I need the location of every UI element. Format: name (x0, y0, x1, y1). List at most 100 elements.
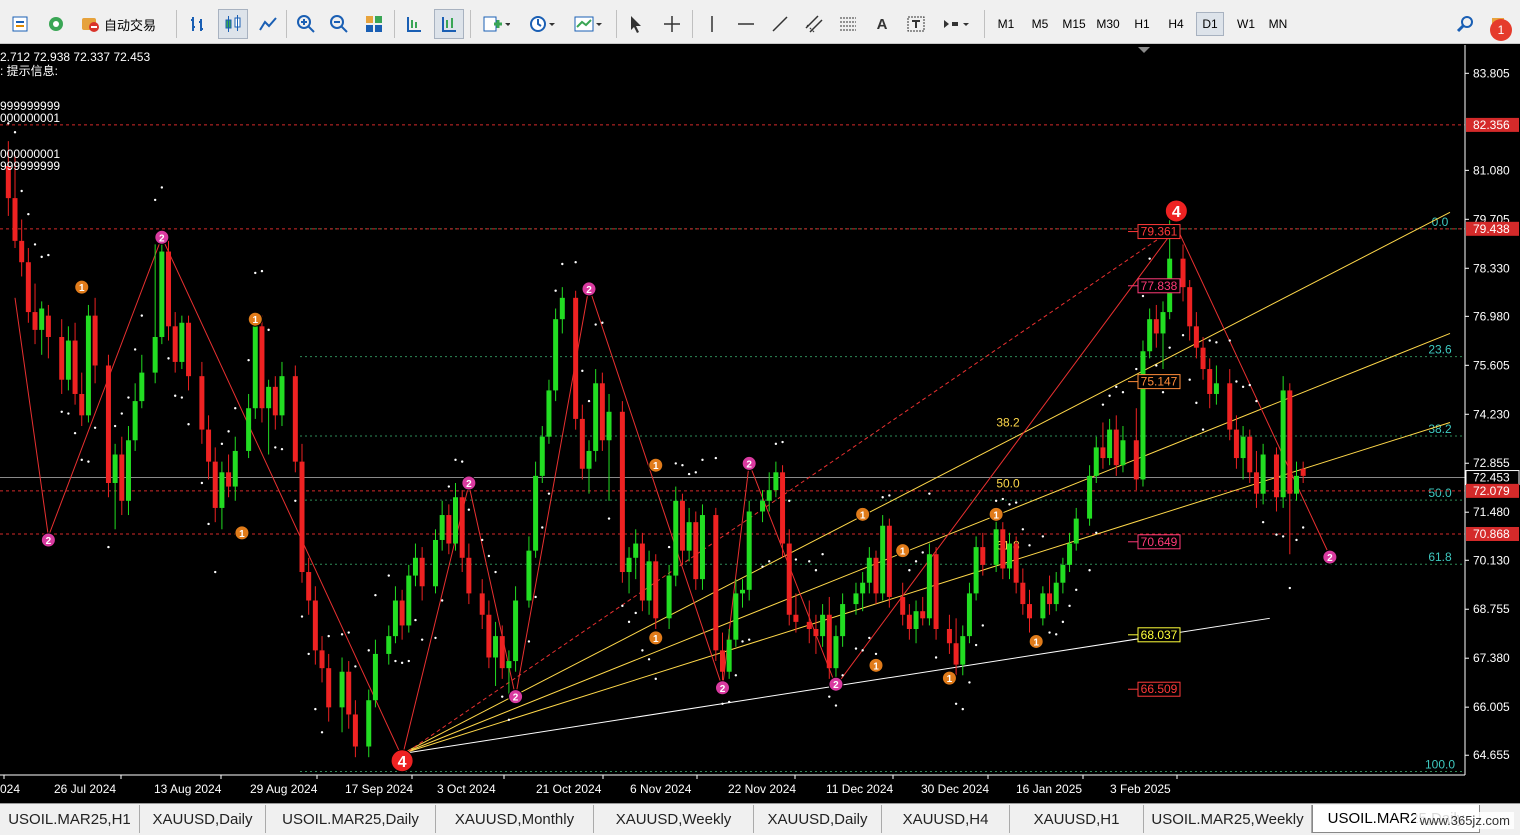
sar-dot (934, 656, 938, 659)
sar-dot (761, 565, 764, 568)
zoom-in-icon[interactable] (292, 9, 320, 39)
candle-up (686, 522, 692, 551)
date-label: 26 Jul 2024 (54, 782, 116, 796)
tile-windows-icon[interactable] (360, 9, 388, 39)
sar-dot (274, 446, 277, 449)
sar-dot (541, 526, 544, 529)
candle-down (1300, 468, 1306, 476)
search-icon[interactable] (1452, 9, 1478, 39)
chart-tab[interactable]: XAUUSD,Daily (754, 805, 882, 833)
equidistant-channel-icon[interactable] (800, 9, 828, 39)
chart-tab[interactable]: USOIL.MAR25,H1 (0, 805, 140, 833)
timeframe-mn[interactable]: MN (1262, 12, 1294, 36)
price-tick-label: 67.380 (1473, 651, 1510, 665)
candle-up (1060, 564, 1066, 583)
chart-tab[interactable]: XAUUSD,H1 (1010, 805, 1144, 833)
price-chart[interactable]: 0.023.638.250.061.8100.038.250.061.8 212… (0, 45, 1520, 803)
hint-label: : 提示信息: (0, 63, 58, 78)
candle-up (252, 326, 258, 409)
new-chart-icon[interactable] (6, 9, 36, 39)
candle-up (606, 411, 612, 441)
candle-down (206, 429, 212, 462)
chart-tab[interactable]: USOIL.MAR25,Weekly (1144, 805, 1312, 833)
candle-up (39, 308, 45, 330)
sar-dot (587, 399, 591, 403)
vertical-line-icon[interactable] (698, 9, 726, 39)
date-label: 29 Aug 2024 (250, 782, 318, 796)
sar-dot (1161, 390, 1165, 394)
candle-up (1087, 475, 1093, 519)
auto-scroll-icon[interactable] (400, 9, 428, 39)
candle-up (1053, 582, 1059, 605)
indicators-dropdown[interactable] (476, 9, 516, 39)
chart-tab[interactable]: XAUUSD,H4 (882, 805, 1010, 833)
candle-up (1107, 429, 1113, 459)
trendline-icon[interactable] (766, 9, 794, 39)
price-label: 72.079 (1473, 484, 1510, 498)
sar-dot (407, 659, 410, 663)
sar-dot (467, 508, 471, 511)
sar-dot (133, 348, 137, 351)
candle-up (553, 319, 559, 391)
sar-dot (1068, 604, 1071, 608)
auto-trade-button[interactable]: 自动交易 (80, 9, 156, 39)
info-line: 000000001 (0, 111, 60, 125)
periods-dropdown[interactable] (522, 9, 562, 39)
timeframe-h1[interactable]: H1 (1126, 12, 1158, 36)
timeframe-w1[interactable]: W1 (1230, 12, 1262, 36)
timeframe-m1[interactable]: M1 (990, 12, 1022, 36)
timeframe-h4[interactable]: H4 (1160, 12, 1192, 36)
zoom-out-icon[interactable] (325, 9, 353, 39)
timeframe-d1[interactable]: D1 (1196, 12, 1224, 36)
text-label-icon[interactable] (902, 9, 930, 39)
market-watch-icon[interactable] (42, 9, 70, 39)
candle-up (626, 557, 632, 573)
arrows-dropdown[interactable] (936, 9, 976, 39)
sar-dot (647, 658, 651, 661)
chart-tab[interactable]: XAUUSD,Daily (140, 805, 266, 833)
candle-up (960, 636, 966, 665)
chart-tab[interactable]: USOIL.MAR25,Daily (266, 805, 436, 833)
candle-down (679, 500, 685, 551)
chart-tab[interactable]: XAUUSD,Weekly (594, 805, 754, 833)
sar-dot (621, 604, 624, 608)
candle-down (1133, 440, 1139, 480)
sar-dot (1295, 538, 1298, 542)
candle-down (92, 315, 98, 366)
fib-level-label: 23.6 (1428, 343, 1452, 357)
cursor-icon[interactable] (622, 9, 650, 39)
crosshair-icon[interactable] (658, 9, 686, 39)
templates-dropdown[interactable] (568, 9, 608, 39)
candle-down (980, 547, 986, 565)
date-label: 17 Sep 2024 (345, 782, 413, 796)
sar-dot (354, 665, 357, 668)
date-label: 13 Aug 2024 (154, 782, 222, 796)
sar-dot (434, 636, 437, 640)
chart-tab[interactable]: XAUUSD,Monthly (436, 805, 594, 833)
sar-dot (634, 611, 637, 615)
horizontal-line-icon[interactable] (732, 9, 760, 39)
timeframe-m15[interactable]: M15 (1058, 12, 1090, 36)
sar-dot (1101, 403, 1105, 406)
timeframe-m5[interactable]: M5 (1024, 12, 1056, 36)
price-tick-label: 64.655 (1473, 748, 1510, 762)
candle-down (299, 461, 305, 573)
sar-dot (768, 560, 771, 563)
sar-dot (1201, 428, 1205, 431)
candle-up (866, 557, 872, 583)
candle-down (1153, 319, 1159, 334)
fibonacci-icon[interactable] (834, 9, 862, 39)
sar-dot (914, 560, 918, 563)
candlestick-chart-icon[interactable] (218, 9, 248, 39)
sar-dot (487, 554, 491, 558)
text-tool-icon[interactable]: A (868, 9, 896, 39)
price-tick-label: 81.080 (1473, 163, 1510, 177)
candle-up (699, 515, 705, 580)
candle-up (1260, 454, 1266, 494)
timeframe-m30[interactable]: M30 (1092, 12, 1124, 36)
chart-shift-icon[interactable] (434, 9, 464, 39)
line-chart-icon[interactable] (254, 9, 282, 39)
notifications-button[interactable]: 1 (1484, 9, 1516, 41)
candle-up (246, 408, 252, 451)
bar-chart-icon[interactable] (184, 9, 212, 39)
